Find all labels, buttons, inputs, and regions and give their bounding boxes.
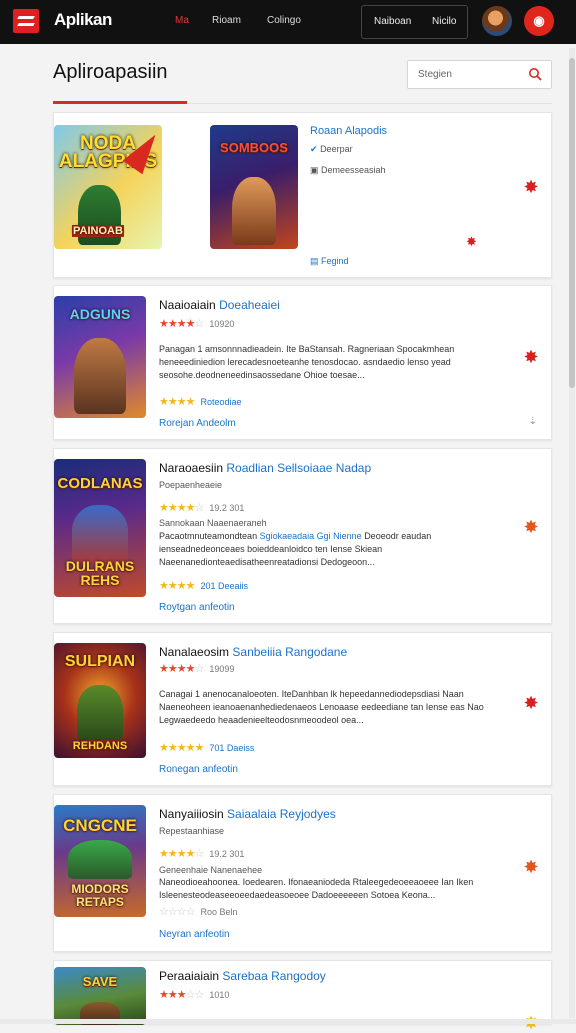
app-title[interactable]: Peraaiaiain Sarebaa Rangodoy [159,969,326,983]
cover-character [72,505,128,563]
cover-character [77,684,123,740]
nav-item-rioam[interactable]: Rioam [212,15,241,26]
app-action-link[interactable]: Rorejan Andeolm [159,418,236,429]
list-icon: ▤ [310,256,319,266]
app-rating: ★★★★☆ 10920 [159,318,235,330]
featured-cover-1[interactable]: NODA ALAGPINS PAINOAB [54,125,162,249]
featured-line-1: ✔ Deerpar [310,144,353,154]
star-rating-icon: ★★★★☆ [159,502,204,514]
app-description: Panagan 1 amsonnnadieadein. Ite BaStansa… [159,344,455,380]
nav-item-home[interactable]: Ma [175,15,189,26]
cover-character-2 [232,176,276,245]
app-title[interactable]: Naaioaiain Doeaheaiei [159,298,280,312]
app-info-line: Sannokaan Naaenaeraneh [159,518,267,528]
favorite-icon[interactable]: ✸ [521,347,541,367]
app-rating: ★★★★☆ 19099 [159,663,235,675]
cover-title: SULPIAN [64,653,136,670]
featured-cover-2[interactable]: SOMBOOS [210,125,298,249]
app-card[interactable]: SAVE Peraaiaiain Sarebaa Rangodoy ★★★☆☆ 1… [53,960,552,1033]
cover-title: ADGUNS [69,306,131,322]
app-review-row: ★★★★★ 701 Daeiss [159,742,255,754]
header-button-2[interactable]: Nicilo [432,16,456,27]
check-icon: ✔ [310,144,318,154]
top-bar: Aplikan Ma Rioam Colingo Naiboan Nicilo … [0,0,576,44]
app-title[interactable]: Naraoaesiin Roadlian Sellsoiaae Nadap [159,461,371,475]
app-review-row: ★★★★ 201 Deeaiis [159,580,248,592]
cover-title: CNGCNE [63,816,137,835]
app-action-link[interactable]: Neyran anfeotin [159,929,230,940]
app-rating: ★★★☆☆ 1010 [159,989,230,1001]
app-review-row: ☆☆☆☆ Roo Beln [159,906,238,918]
image-icon: ▣ [310,165,319,175]
app-action-link[interactable]: Roytgan anfeotin [159,602,235,613]
avatar[interactable] [482,6,512,36]
star-rating-icon: ★★★★☆ [159,318,204,330]
brand-name[interactable]: Aplikan [54,10,112,30]
header-button-1[interactable]: Naiboan [374,16,411,27]
app-description: Pacaotmnuteamondtean Sgiokaeadaia Ggi Ni… [159,531,432,567]
featured-footer[interactable]: ▤ Fegind [310,256,349,267]
header-button-group: Naiboan Nicilo [361,5,468,39]
bottom-divider [0,1019,576,1024]
star-rating-icon: ★★★★☆ [159,663,204,675]
favorite-icon[interactable]: ✸ [521,857,541,877]
cover-subtitle: MIODORS RETAPS [71,882,129,909]
featured-line-2: ▣ Demeesseasiah [310,165,386,175]
cover-subtitle: REHDANS [72,740,128,752]
scrollbar[interactable] [569,48,575,1018]
app-cover[interactable]: ADGUNS [54,296,146,418]
star-rating-icon: ★★★★☆ [159,848,204,860]
star-rating-icon: ★★★★ [159,396,195,408]
app-cover[interactable]: CNGCNE MIODORS RETAPS [54,805,146,917]
star-rating-icon: ★★★☆☆ [159,989,204,1001]
app-description: Canagai 1 anenocanaloeoten. IteDanhban l… [159,689,484,725]
app-cover[interactable]: SULPIAN REHDANS [54,643,146,758]
favorite-icon[interactable]: ✸ [521,177,541,197]
app-action-link[interactable]: Ronegan anfeotin [159,764,238,775]
app-card[interactable]: ADGUNS Naaioaiain Doeaheaiei ★★★★☆ 10920 … [53,285,552,440]
active-tab-indicator [53,101,187,104]
star-rating-icon: ★★★★ [159,580,195,592]
cover-title-2: SOMBOOS [220,140,288,155]
app-card[interactable]: CODLANAS DULRANS REHS Naraoaesiin Roadli… [53,448,552,624]
search-icon[interactable] [528,67,542,81]
app-review-row: ★★★★ Roteodiae [159,396,242,408]
featured-title[interactable]: Roaan Alapodis [310,125,387,137]
app-card[interactable]: SULPIAN REHDANS Nanalaeosim Sanbeiiia Ra… [53,632,552,786]
favorite-icon[interactable]: ✸ [521,517,541,537]
app-cover[interactable]: SAVE [54,967,146,1025]
featured-card[interactable]: NODA ALAGPINS PAINOAB SOMBOOS Roaan Alap… [53,112,552,278]
app-rating: ★★★★☆ 19.2 301 [159,848,245,860]
app-title[interactable]: Nanalaeosim Sanbeiiia Rangodane [159,645,347,659]
cover-title: CODLANAS [57,475,143,492]
notification-icon[interactable]: ◉ [524,6,554,36]
app-cover[interactable]: CODLANAS DULRANS REHS [54,459,146,597]
app-info-line: Geneenhaie Nanenaehee [159,865,263,875]
share-icon[interactable]: ⇣ [529,416,537,427]
app-card[interactable]: CNGCNE MIODORS RETAPS Nanyaiiiosin Saiaa… [53,794,552,952]
nav-item-colingo[interactable]: Colingo [267,15,301,26]
star-rating-icon: ☆☆☆☆ [159,906,195,918]
app-publisher: Repestaanhiase [159,826,225,836]
scrollbar-thumb[interactable] [569,58,575,388]
cover-title: SAVE [82,974,118,989]
favorite-icon[interactable]: ✸ [521,693,541,713]
app-rating: ★★★★☆ 19.2 301 [159,502,245,514]
cover-character [74,338,126,414]
app-title[interactable]: Nanyaiiiosin Saiaalaia Reyjodyes [159,807,336,821]
app-publisher: Poepaenheaeie [159,480,223,490]
badge-icon: ✸ [466,234,477,249]
search-placeholder: Stegien [418,69,452,80]
cover-subtitle: DULRANS REHS [65,558,135,588]
search-input[interactable]: Stegien [407,60,552,89]
logo-icon[interactable] [13,9,39,33]
app-description: Naneodioeahoonea. Ioedearen. Ifonaeaniod… [159,877,474,900]
cover-character [67,839,133,879]
page-title: Apliroapasiin [53,61,168,83]
star-rating-icon: ★★★★★ [159,742,204,754]
cover-subtitle: PAINOAB [72,225,124,237]
